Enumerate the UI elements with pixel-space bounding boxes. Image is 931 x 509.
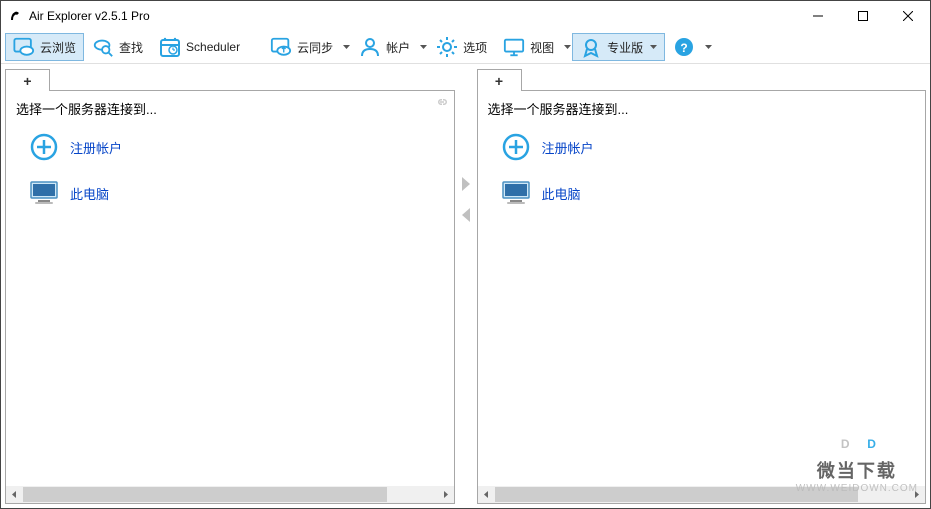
sync-label: 云同步 bbox=[297, 39, 333, 56]
main-toolbar: 云浏览 查找 Scheduler 云同步 帐户 选项 bbox=[1, 31, 930, 64]
app-icon bbox=[7, 8, 23, 24]
plus-circle-icon bbox=[28, 131, 60, 163]
search-button[interactable]: 查找 bbox=[84, 33, 151, 61]
scroll-right-icon[interactable] bbox=[908, 486, 925, 503]
window-title: Air Explorer v2.5.1 Pro bbox=[29, 9, 795, 23]
scroll-thumb[interactable] bbox=[495, 487, 859, 502]
pro-icon bbox=[580, 36, 602, 58]
scroll-track[interactable] bbox=[495, 486, 909, 503]
view-icon bbox=[503, 36, 525, 58]
link-icon bbox=[434, 95, 448, 112]
computer-icon bbox=[28, 177, 60, 209]
title-bar: Air Explorer v2.5.1 Pro bbox=[1, 1, 930, 31]
close-button[interactable] bbox=[885, 1, 930, 31]
scroll-track[interactable] bbox=[23, 486, 437, 503]
left-register-entry[interactable]: 注册帐户 bbox=[6, 124, 454, 170]
workspace: + 选择一个服务器连接到... 注册帐户 此电脑 bbox=[1, 64, 930, 508]
svg-text:?: ? bbox=[680, 41, 687, 55]
left-pane-body: 选择一个服务器连接到... 注册帐户 此电脑 bbox=[5, 91, 455, 504]
sync-icon bbox=[270, 36, 292, 58]
scroll-thumb[interactable] bbox=[23, 487, 387, 502]
search-label: 查找 bbox=[119, 39, 143, 56]
help-button[interactable]: ? bbox=[665, 33, 703, 61]
view-label: 视图 bbox=[530, 39, 554, 56]
cloud-browse-icon bbox=[13, 36, 35, 58]
left-prompt: 选择一个服务器连接到... bbox=[6, 97, 454, 124]
options-button[interactable]: 选项 bbox=[428, 33, 495, 61]
cloud-browse-label: 云浏览 bbox=[40, 39, 76, 56]
right-new-tab-button[interactable]: + bbox=[477, 69, 522, 91]
accounts-label: 帐户 bbox=[386, 39, 410, 56]
options-label: 选项 bbox=[463, 39, 487, 56]
accounts-dropdown[interactable] bbox=[418, 33, 428, 61]
sync-button[interactable]: 云同步 bbox=[262, 33, 341, 61]
maximize-button[interactable] bbox=[840, 1, 885, 31]
sync-dropdown[interactable] bbox=[341, 33, 351, 61]
pro-label: 专业版 bbox=[607, 39, 643, 56]
left-register-label: 注册帐户 bbox=[70, 138, 122, 157]
transfer-left-button[interactable] bbox=[460, 208, 472, 225]
right-thispc-label: 此电脑 bbox=[542, 184, 581, 203]
options-icon bbox=[436, 36, 458, 58]
left-thispc-entry[interactable]: 此电脑 bbox=[6, 170, 454, 216]
right-tabstrip: + bbox=[477, 68, 927, 91]
cloud-browse-button[interactable]: 云浏览 bbox=[5, 33, 84, 61]
right-register-entry[interactable]: 注册帐户 bbox=[478, 124, 926, 170]
left-tabstrip: + bbox=[5, 68, 455, 91]
accounts-icon bbox=[359, 36, 381, 58]
search-cloud-icon bbox=[92, 36, 114, 58]
scroll-left-icon[interactable] bbox=[6, 486, 23, 503]
right-pane: + 选择一个服务器连接到... 注册帐户 此电脑 bbox=[477, 68, 927, 504]
help-icon: ? bbox=[673, 36, 695, 58]
minimize-button[interactable] bbox=[795, 1, 840, 31]
scroll-right-icon[interactable] bbox=[437, 486, 454, 503]
help-dropdown[interactable] bbox=[703, 33, 713, 61]
right-scrollbar[interactable] bbox=[478, 486, 926, 503]
accounts-button[interactable]: 帐户 bbox=[351, 33, 418, 61]
left-thispc-label: 此电脑 bbox=[70, 184, 109, 203]
plus-circle-icon bbox=[500, 131, 532, 163]
scheduler-label: Scheduler bbox=[186, 40, 240, 54]
view-button[interactable]: 视图 bbox=[495, 33, 562, 61]
view-dropdown[interactable] bbox=[562, 33, 572, 61]
scheduler-icon bbox=[159, 36, 181, 58]
transfer-controls bbox=[455, 68, 477, 504]
left-scrollbar[interactable] bbox=[6, 486, 454, 503]
transfer-right-button[interactable] bbox=[460, 177, 472, 194]
right-thispc-entry[interactable]: 此电脑 bbox=[478, 170, 926, 216]
right-prompt: 选择一个服务器连接到... bbox=[478, 97, 926, 124]
right-pane-body: 选择一个服务器连接到... 注册帐户 此电脑 bbox=[477, 91, 927, 504]
left-new-tab-button[interactable]: + bbox=[5, 69, 50, 91]
scheduler-button[interactable]: Scheduler bbox=[151, 33, 248, 61]
computer-icon bbox=[500, 177, 532, 209]
scroll-left-icon[interactable] bbox=[478, 486, 495, 503]
pro-button[interactable]: 专业版 bbox=[572, 33, 665, 61]
right-register-label: 注册帐户 bbox=[542, 138, 594, 157]
left-pane: + 选择一个服务器连接到... 注册帐户 此电脑 bbox=[5, 68, 455, 504]
